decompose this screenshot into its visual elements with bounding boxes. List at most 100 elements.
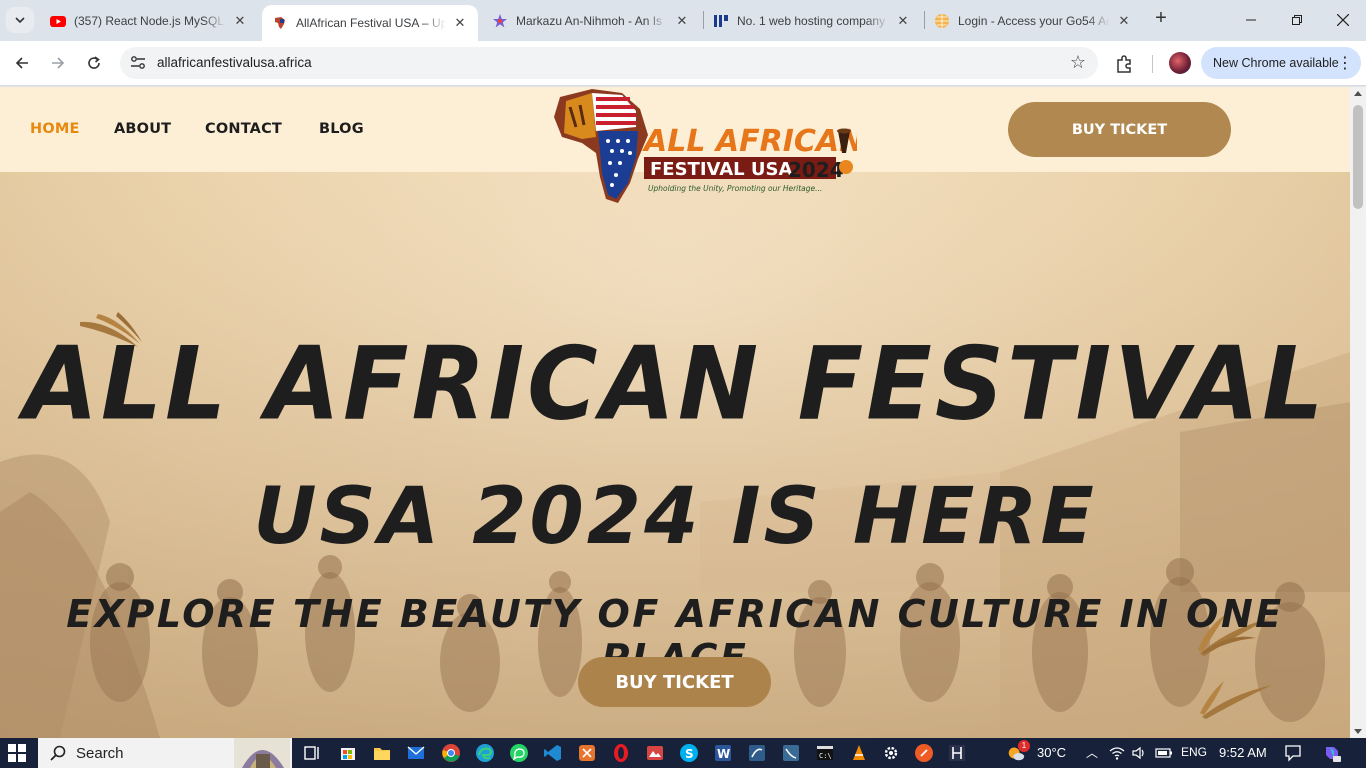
brush-stroke-decoration [1200, 681, 1272, 719]
hero-section: ALL AFRICAN FESTIVAL USA 2024 IS HERE EX… [0, 172, 1350, 738]
nav-blog-link[interactable]: BLOG [319, 121, 364, 137]
reload-button[interactable] [80, 50, 108, 76]
minimize-icon [1246, 19, 1256, 21]
close-tab-icon[interactable]: ✕ [674, 13, 690, 29]
language-indicator[interactable]: ENG [1181, 745, 1207, 759]
tab-title: (357) React Node.js MySQL C [74, 13, 226, 28]
toolbar-divider [1152, 55, 1153, 73]
tab-title: Markazu An-Nihmoh - An Is [516, 13, 663, 28]
command-prompt-icon[interactable]: C:\ [815, 743, 835, 763]
browser-tab-strip: (357) React Node.js MySQL C ✕ AllAfrican… [0, 0, 1366, 41]
logo-year-text: 2024 [788, 158, 844, 182]
opera-icon[interactable] [611, 743, 631, 763]
scroll-up-arrow-icon[interactable] [1354, 91, 1362, 96]
update-chrome-button[interactable]: New Chrome available ⋮ [1201, 47, 1361, 79]
windows-taskbar: Search S W C:\ 1 30°C ︿ ENG 9:52 AM [0, 738, 1366, 768]
notification-center-icon[interactable] [1284, 744, 1302, 762]
database-tool-icon[interactable] [747, 743, 767, 763]
file-explorer-icon[interactable] [372, 743, 392, 763]
tab-title: Login - Access your Go54 Ac [958, 13, 1110, 28]
copilot-icon[interactable] [1322, 743, 1342, 763]
close-window-button[interactable] [1320, 0, 1366, 40]
weather-notification-badge: 1 [1018, 740, 1030, 752]
arrow-left-icon [15, 57, 28, 69]
web-host-logo-icon [714, 14, 728, 27]
reload-icon [88, 56, 100, 69]
page-scrollbar[interactable] [1350, 87, 1366, 738]
task-view-icon[interactable] [302, 743, 322, 763]
hero-headline-line-2: USA 2024 IS HERE [253, 472, 1097, 562]
mysql-workbench-icon[interactable] [781, 743, 801, 763]
url-text: allafricanfestivalusa.africa [157, 55, 312, 70]
terminal-app-icon[interactable] [947, 743, 967, 763]
wifi-icon[interactable] [1109, 745, 1125, 761]
festival-logo[interactable]: ALL AFRICAN FESTIVAL USA 2024 Upholding … [552, 87, 857, 204]
photo-editor-icon[interactable] [645, 743, 665, 763]
word-icon[interactable]: W [713, 743, 733, 763]
arrow-right-icon [52, 57, 65, 69]
vscode-icon[interactable] [543, 743, 563, 763]
hero-headline-line-1: ALL AFRICAN FESTIVAL [23, 325, 1327, 443]
nav-contact-link[interactable]: CONTACT [205, 121, 282, 137]
tab-markazu[interactable]: Markazu An-Nihmoh - An Is ✕ [482, 6, 700, 35]
tab-title: No. 1 web hosting company [737, 13, 886, 28]
page-viewport: HOME ABOUT CONTACT BLOG BUY TICKET ALL A… [0, 87, 1350, 738]
close-tab-icon[interactable]: ✕ [232, 13, 248, 29]
minimize-button[interactable] [1228, 0, 1274, 40]
update-chrome-label: New Chrome available [1213, 56, 1339, 70]
taskbar-search-box[interactable]: Search [38, 738, 292, 768]
site-settings-icon [131, 56, 145, 69]
tab-youtube[interactable]: (357) React Node.js MySQL C ✕ [40, 6, 258, 35]
microsoft-store-icon[interactable] [338, 743, 358, 763]
nav-about-link[interactable]: ABOUT [114, 121, 171, 137]
logo-line-2-text: FESTIVAL USA [650, 159, 792, 180]
tab-search-button[interactable] [6, 7, 34, 33]
scrollbar-thumb[interactable] [1353, 105, 1363, 209]
star-logo-icon [493, 13, 507, 27]
back-button[interactable] [8, 50, 36, 76]
search-icon [50, 745, 66, 761]
nav-home-link[interactable]: HOME [30, 121, 80, 137]
vlc-icon[interactable] [849, 743, 869, 763]
weather-temperature[interactable]: 30°C [1037, 745, 1066, 760]
address-bar[interactable]: allafricanfestivalusa.africa ☆ [120, 47, 1098, 79]
close-tab-icon[interactable]: ✕ [895, 13, 911, 29]
hero-buy-ticket-button[interactable]: BUY TICKET [578, 657, 771, 707]
extensions-puzzle-icon[interactable] [1114, 53, 1136, 75]
logo-line-1-text: ALL AFRICAN [642, 124, 857, 159]
speaker-icon[interactable] [1131, 745, 1147, 761]
close-icon [1337, 14, 1349, 26]
tab-title: AllAfrican Festival USA – Uph [296, 16, 446, 30]
skype-icon[interactable]: S [679, 743, 699, 763]
close-tab-icon[interactable]: ✕ [452, 15, 468, 31]
taskbar-search-label: Search [76, 744, 124, 762]
edge-icon[interactable] [475, 743, 495, 763]
header-buy-ticket-button[interactable]: BUY TICKET [1008, 102, 1231, 157]
bookmark-star-icon[interactable]: ☆ [1070, 52, 1086, 73]
close-tab-icon[interactable]: ✕ [1116, 13, 1132, 29]
browser-toolbar: allafricanfestivalusa.africa ☆ New Chrom… [0, 41, 1366, 86]
svg-text:S: S [685, 747, 694, 761]
tab-go54-login[interactable]: Login - Access your Go54 Ac ✕ [924, 6, 1142, 35]
settings-gear-icon[interactable] [881, 743, 901, 763]
search-highlight-image [234, 738, 290, 768]
git-app-icon[interactable] [577, 743, 597, 763]
globe-icon [935, 13, 949, 28]
scroll-down-arrow-icon[interactable] [1354, 729, 1362, 734]
new-tab-button[interactable]: + [1150, 8, 1172, 30]
tab-web-hosting[interactable]: No. 1 web hosting company ✕ [703, 6, 921, 35]
tab-allafrican-festival[interactable]: AllAfrican Festival USA – Uph ✕ [262, 5, 478, 41]
restore-icon [1292, 15, 1302, 25]
restore-button[interactable] [1274, 0, 1320, 40]
battery-icon[interactable] [1155, 746, 1173, 760]
whatsapp-icon[interactable] [509, 743, 529, 763]
system-clock[interactable]: 9:52 AM [1219, 745, 1267, 760]
tray-overflow-chevron-icon[interactable]: ︿ [1086, 744, 1098, 761]
profile-avatar[interactable] [1169, 52, 1191, 74]
forward-button[interactable] [44, 50, 72, 76]
more-menu-icon[interactable]: ⋮ [1337, 53, 1353, 73]
chrome-icon[interactable] [441, 743, 461, 763]
mail-icon[interactable] [406, 743, 426, 763]
postman-icon[interactable] [914, 743, 934, 763]
windows-start-icon[interactable] [8, 744, 26, 762]
